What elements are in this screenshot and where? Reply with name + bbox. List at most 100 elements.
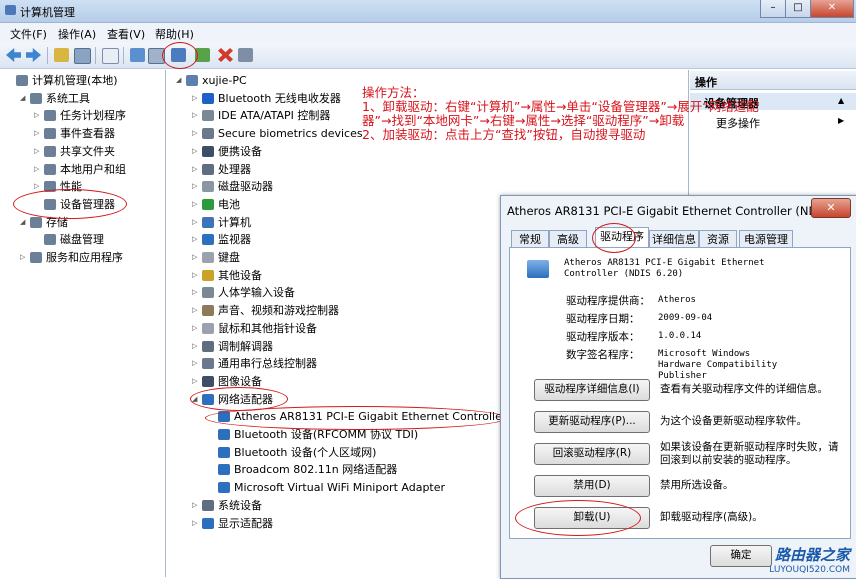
device-tree-node-icon <box>186 75 198 86</box>
expand-arrow-icon[interactable]: ▷ <box>192 284 197 301</box>
prop-provider-label: 驱动程序提供商： <box>566 295 650 307</box>
collapse-arrow-icon[interactable]: ◢ <box>20 90 25 107</box>
device-tree-node-icon <box>202 269 214 281</box>
device-tree-node-icon <box>202 216 214 228</box>
tab-general[interactable]: 常规 <box>511 230 549 248</box>
device-tree-node-icon <box>202 198 214 210</box>
disable-button[interactable]: 禁用(D) <box>534 475 650 497</box>
device-tree-node-icon <box>202 305 214 317</box>
ok-button[interactable]: 确定 <box>710 545 772 567</box>
rollback-driver-button[interactable]: 回滚驱动程序(R) <box>534 443 650 465</box>
device-tree-label: Microsoft Virtual WiFi Miniport Adapter <box>234 481 446 495</box>
expand-arrow-icon[interactable]: ▷ <box>20 249 25 266</box>
expand-arrow-icon[interactable]: ▷ <box>192 497 197 514</box>
expand-arrow-icon[interactable]: ▷ <box>192 302 197 319</box>
actions-more[interactable]: 更多操作 ▶ <box>690 113 856 130</box>
prop-date-value: 2009-09-04 <box>658 313 713 323</box>
device-tree-node-icon <box>202 517 214 529</box>
tab-details[interactable]: 详细信息 <box>649 230 699 248</box>
expand-arrow-icon[interactable]: ▷ <box>192 178 197 195</box>
device-tree-label: 便携设备 <box>218 144 262 158</box>
device-tree-label: 鼠标和其他指针设备 <box>218 321 317 335</box>
atheros-highlight-circle <box>205 406 507 430</box>
show-hide-tree-icon[interactable] <box>74 48 91 64</box>
menu-file[interactable]: 文件(F) <box>10 26 47 42</box>
expand-arrow-icon[interactable]: ▷ <box>192 161 197 178</box>
tab-power-management[interactable]: 电源管理 <box>739 230 793 248</box>
device-tree-node-icon <box>218 446 230 458</box>
console-tree-node-icon <box>44 234 56 246</box>
device-tree-label: 通用串行总线控制器 <box>218 357 317 371</box>
expand-arrow-icon[interactable]: ▷ <box>192 338 197 355</box>
up-folder-icon[interactable] <box>54 48 69 62</box>
dialog-close-button[interactable]: ✕ <box>811 198 851 218</box>
device-tree-label: IDE ATA/ATAPI 控制器 <box>218 109 331 123</box>
expand-arrow-icon[interactable]: ▷ <box>192 107 197 124</box>
expand-arrow-icon[interactable]: ▷ <box>192 196 197 213</box>
device-tree-node-icon <box>218 464 230 476</box>
prop-provider-value: Atheros <box>658 295 696 305</box>
forward-icon[interactable] <box>26 48 41 62</box>
menu-help[interactable]: 帮助(H) <box>155 26 194 42</box>
expand-arrow-icon[interactable]: ▷ <box>192 249 197 266</box>
tab-resources[interactable]: 资源 <box>699 230 737 248</box>
console-tree-label: 共享文件夹 <box>60 144 115 158</box>
driver-details-button[interactable]: 驱动程序详细信息(I) <box>534 379 650 401</box>
maximize-button[interactable]: □ <box>785 0 811 18</box>
device-tree-node-icon <box>202 110 214 122</box>
menu-action[interactable]: 操作(A) <box>58 26 96 42</box>
properties-icon[interactable] <box>102 48 119 64</box>
minimize-button[interactable]: – <box>760 0 786 18</box>
update-driver-button[interactable]: 更新驱动程序(P)... <box>534 411 650 433</box>
console-tree-node-icon <box>30 216 42 228</box>
device-tree-node-icon <box>202 92 214 104</box>
back-icon[interactable] <box>6 48 21 62</box>
help-icon[interactable] <box>130 48 145 62</box>
expand-arrow-icon[interactable]: ▷ <box>192 90 197 107</box>
expand-arrow-icon[interactable]: ▷ <box>192 143 197 160</box>
expand-arrow-icon[interactable]: ▷ <box>192 231 197 248</box>
device-tree-node-icon <box>202 163 214 175</box>
prop-signer-value: Microsoft Windows Hardware Compatibility… <box>658 349 778 381</box>
device-tree-label: Broadcom 802.11n 网络适配器 <box>234 463 398 477</box>
collapse-arrow-icon[interactable]: ◢ <box>176 72 181 89</box>
console-tree-label: 任务计划程序 <box>60 109 126 123</box>
device-tree-label: Secure biometrics devices <box>218 127 363 141</box>
console-tree-node-icon <box>44 145 56 157</box>
expand-arrow-icon[interactable]: ▷ <box>34 107 39 124</box>
expand-arrow-icon[interactable]: ▷ <box>192 355 197 372</box>
disable-device-icon[interactable] <box>238 48 253 62</box>
expand-arrow-icon[interactable]: ▷ <box>34 161 39 178</box>
prop-version-label: 驱动程序版本： <box>566 331 640 343</box>
expand-arrow-icon[interactable]: ▷ <box>192 320 197 337</box>
expand-arrow-icon[interactable]: ▷ <box>34 125 39 142</box>
device-tree-node-icon <box>202 287 214 299</box>
expand-arrow-icon[interactable]: ▷ <box>192 125 197 142</box>
watermark-url: LUYOUQI520.COM <box>769 565 850 575</box>
console-tree-node-icon <box>44 110 56 122</box>
device-tree-label: 系统设备 <box>218 498 262 512</box>
device-tree-label: 磁盘驱动器 <box>218 180 273 194</box>
device-tree-node-icon <box>218 482 230 494</box>
expand-arrow-icon[interactable]: ▷ <box>192 515 197 532</box>
expand-arrow-icon[interactable]: ▷ <box>192 267 197 284</box>
device-tree-label: Bluetooth 设备(个人区域网) <box>234 445 377 459</box>
menu-view[interactable]: 查看(V) <box>107 26 145 42</box>
expand-arrow-icon[interactable]: ▷ <box>34 143 39 160</box>
device-tree-node-icon <box>202 252 214 263</box>
close-button[interactable]: ✕ <box>810 0 854 18</box>
device-tree-label: 电池 <box>218 197 240 211</box>
uninstall-icon[interactable] <box>218 48 233 62</box>
update-driver-desc: 为这个设备更新驱动程序软件。 <box>660 415 807 427</box>
device-tree-label: xujie-PC <box>202 74 247 87</box>
prop-date-label: 驱动程序日期： <box>566 313 640 325</box>
menu-bar: 文件(F) 操作(A) 查看(V) 帮助(H) <box>0 23 856 43</box>
actions-header: 操作 <box>690 71 856 90</box>
expand-arrow-icon[interactable]: ▷ <box>192 373 197 390</box>
tab-advanced[interactable]: 高级 <box>549 230 587 248</box>
collapse-arrow-icon[interactable]: ◢ <box>20 214 25 231</box>
console-tree-node-icon <box>16 75 28 86</box>
expand-arrow-icon[interactable]: ▷ <box>192 214 197 231</box>
uninstall-desc: 卸载驱动程序(高级)。 <box>660 511 763 523</box>
device-tree-node-icon <box>202 375 214 387</box>
